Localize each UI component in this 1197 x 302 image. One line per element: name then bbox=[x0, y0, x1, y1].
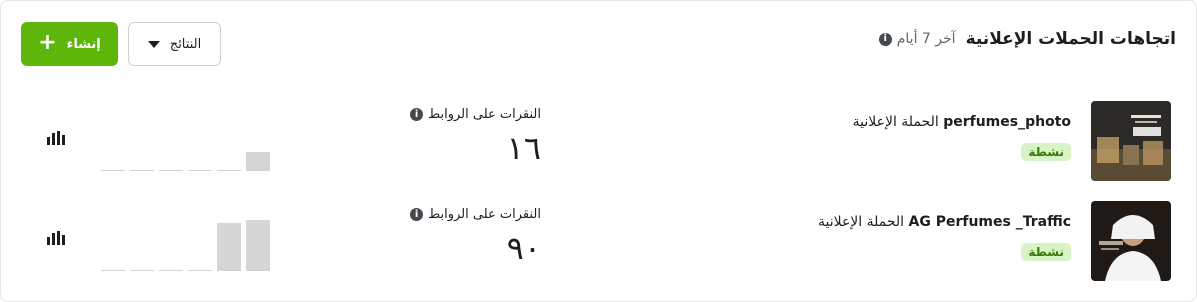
metric-label-group: النقرات على الروابط i bbox=[401, 107, 541, 122]
campaign-prefix: الحملة الإعلانية bbox=[817, 214, 905, 230]
trend-bar bbox=[246, 220, 270, 271]
perfume-ad-image-icon bbox=[1091, 101, 1171, 181]
caret-down-icon bbox=[147, 40, 160, 48]
metric-label: النقرات على الروابط bbox=[428, 107, 541, 122]
campaign-thumbnail[interactable] bbox=[1091, 101, 1171, 181]
create-button-label: إنشاء bbox=[66, 36, 101, 52]
campaign-trends-card: اتجاهات الحملات الإعلانية آخر 7 أيام i ا… bbox=[0, 0, 1197, 302]
create-button[interactable]: + إنشاء bbox=[21, 22, 118, 66]
trend-bar bbox=[159, 270, 183, 271]
trend-bar bbox=[159, 170, 183, 171]
metric-label: النقرات على الروابط bbox=[428, 207, 541, 222]
metric-value: ١٦ bbox=[506, 129, 541, 167]
campaign-thumbnail[interactable] bbox=[1091, 201, 1171, 281]
trend-bar bbox=[246, 152, 270, 171]
metric-value: ٩٠ bbox=[506, 229, 541, 267]
info-icon[interactable]: i bbox=[410, 208, 424, 221]
info-icon[interactable]: i bbox=[878, 32, 892, 46]
card-title: اتجاهات الحملات الإعلانية bbox=[965, 29, 1176, 49]
trend-chart bbox=[101, 201, 303, 271]
trend-bar bbox=[217, 170, 241, 171]
trend-bar bbox=[188, 270, 212, 271]
campaign-row: AG Perfumes _Traffic الحملة الإعلانية نش… bbox=[1, 201, 1197, 291]
trend-bar bbox=[101, 270, 125, 271]
trend-bar bbox=[130, 170, 154, 171]
trend-bar bbox=[188, 170, 212, 171]
trend-chart bbox=[101, 101, 303, 171]
period-label: آخر 7 أيام bbox=[896, 31, 956, 47]
bar-chart-icon[interactable] bbox=[47, 231, 65, 245]
results-dropdown-label: النتائج bbox=[169, 36, 202, 52]
status-badge: نشطة bbox=[1021, 243, 1071, 261]
period-label-group: آخر 7 أيام i bbox=[878, 31, 956, 47]
person-ad-image-icon bbox=[1091, 201, 1171, 281]
trend-bar bbox=[101, 170, 125, 171]
campaign-name[interactable]: perfumes_photo الحملة الإعلانية bbox=[853, 114, 1071, 130]
bar-chart-icon[interactable] bbox=[47, 131, 65, 145]
campaign-name[interactable]: AG Perfumes _Traffic الحملة الإعلانية bbox=[818, 214, 1071, 230]
status-badge: نشطة bbox=[1021, 143, 1071, 161]
plus-icon: + bbox=[38, 30, 57, 55]
results-dropdown[interactable]: النتائج bbox=[128, 22, 221, 66]
trend-bar bbox=[130, 270, 154, 271]
metric-label-group: النقرات على الروابط i bbox=[401, 207, 541, 222]
campaign-prefix: الحملة الإعلانية bbox=[852, 114, 939, 130]
card-header: اتجاهات الحملات الإعلانية آخر 7 أيام i bbox=[878, 29, 1176, 49]
campaign-name-text: perfumes_photo bbox=[943, 114, 1071, 130]
trend-bar bbox=[217, 223, 241, 271]
campaign-row: perfumes_photo الحملة الإعلانية نشطة الن… bbox=[1, 101, 1197, 191]
campaign-name-text: AG Perfumes _Traffic bbox=[908, 214, 1071, 230]
info-icon[interactable]: i bbox=[410, 108, 424, 121]
